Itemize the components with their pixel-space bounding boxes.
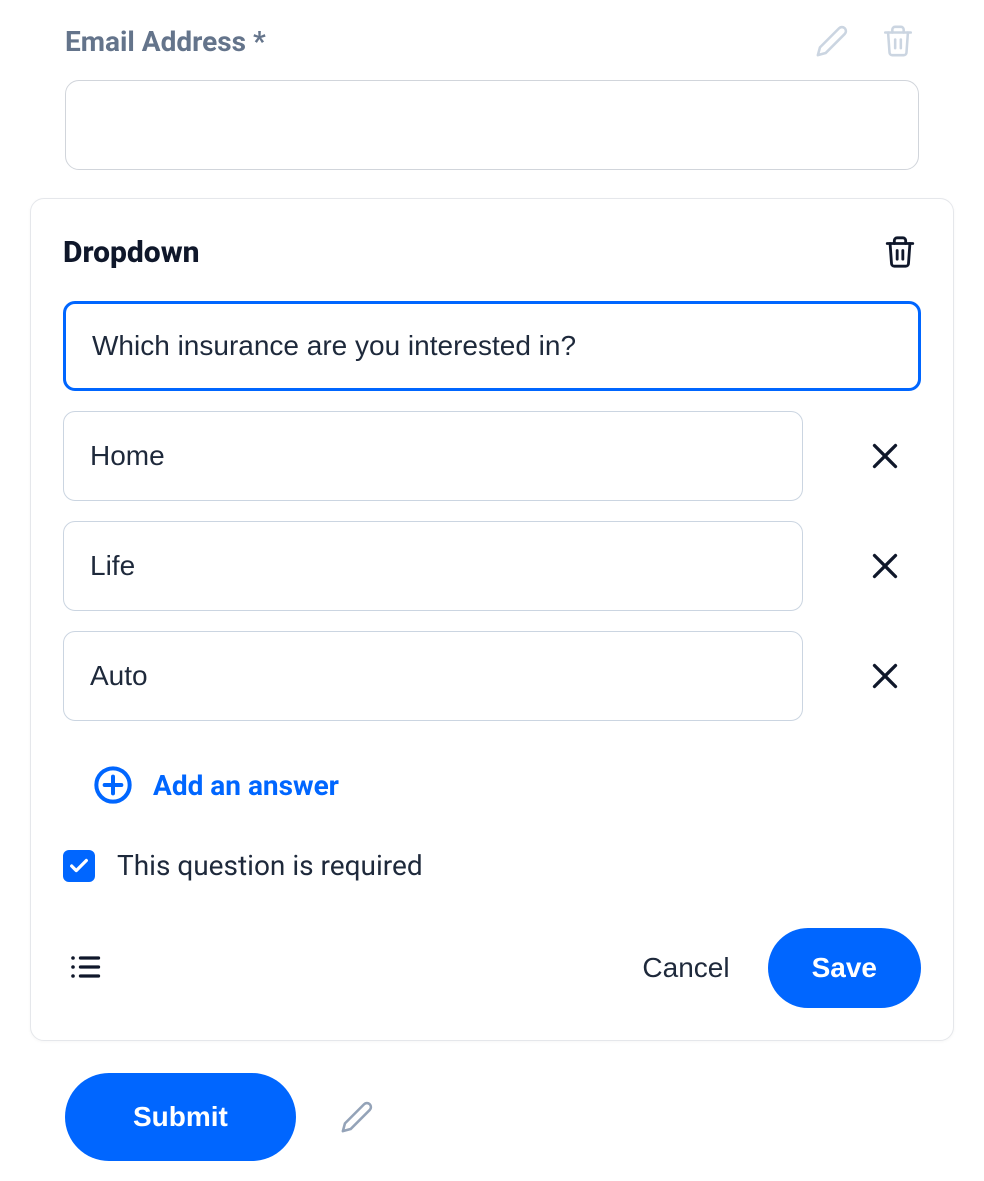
option-row <box>63 631 921 721</box>
option-remove-1[interactable] <box>861 542 909 590</box>
required-checkbox[interactable] <box>63 850 95 882</box>
option-input-0[interactable] <box>63 411 803 501</box>
email-input[interactable] <box>65 80 919 170</box>
pencil-icon <box>340 1100 374 1134</box>
option-input-2[interactable] <box>63 631 803 721</box>
pencil-icon <box>815 24 849 58</box>
plus-circle-icon <box>93 765 133 805</box>
close-icon <box>867 548 903 584</box>
option-remove-2[interactable] <box>861 652 909 700</box>
trash-icon <box>883 235 917 269</box>
email-label: Email Address * <box>65 25 266 58</box>
close-icon <box>867 438 903 474</box>
card-title: Dropdown <box>63 235 200 270</box>
save-button[interactable]: Save <box>768 928 921 1008</box>
email-header: Email Address * <box>65 20 919 62</box>
list-toggle-button[interactable] <box>63 945 107 992</box>
email-delete-button[interactable] <box>877 20 919 62</box>
card-delete-button[interactable] <box>879 231 921 273</box>
required-label: This question is required <box>117 849 423 882</box>
add-answer-button[interactable]: Add an answer <box>93 765 921 805</box>
card-footer: Cancel Save <box>63 928 921 1008</box>
submit-row: Submit <box>30 1073 954 1161</box>
cancel-button[interactable]: Cancel <box>638 944 733 992</box>
question-input[interactable] <box>63 301 921 391</box>
option-input-1[interactable] <box>63 521 803 611</box>
email-edit-button[interactable] <box>811 20 853 62</box>
check-icon <box>68 855 90 877</box>
trash-icon <box>881 24 915 58</box>
add-answer-label: Add an answer <box>153 769 339 802</box>
option-row <box>63 521 921 611</box>
dropdown-editor-card: Dropdown <box>30 198 954 1041</box>
close-icon <box>867 658 903 694</box>
email-actions <box>811 20 919 62</box>
option-remove-0[interactable] <box>861 432 909 480</box>
card-header: Dropdown <box>63 231 921 273</box>
footer-actions: Cancel Save <box>638 928 921 1008</box>
option-row <box>63 411 921 501</box>
list-icon <box>67 949 103 985</box>
email-field-section: Email Address * <box>30 20 954 170</box>
submit-button[interactable]: Submit <box>65 1073 296 1161</box>
submit-edit-button[interactable] <box>336 1096 378 1138</box>
required-row: This question is required <box>63 849 921 882</box>
